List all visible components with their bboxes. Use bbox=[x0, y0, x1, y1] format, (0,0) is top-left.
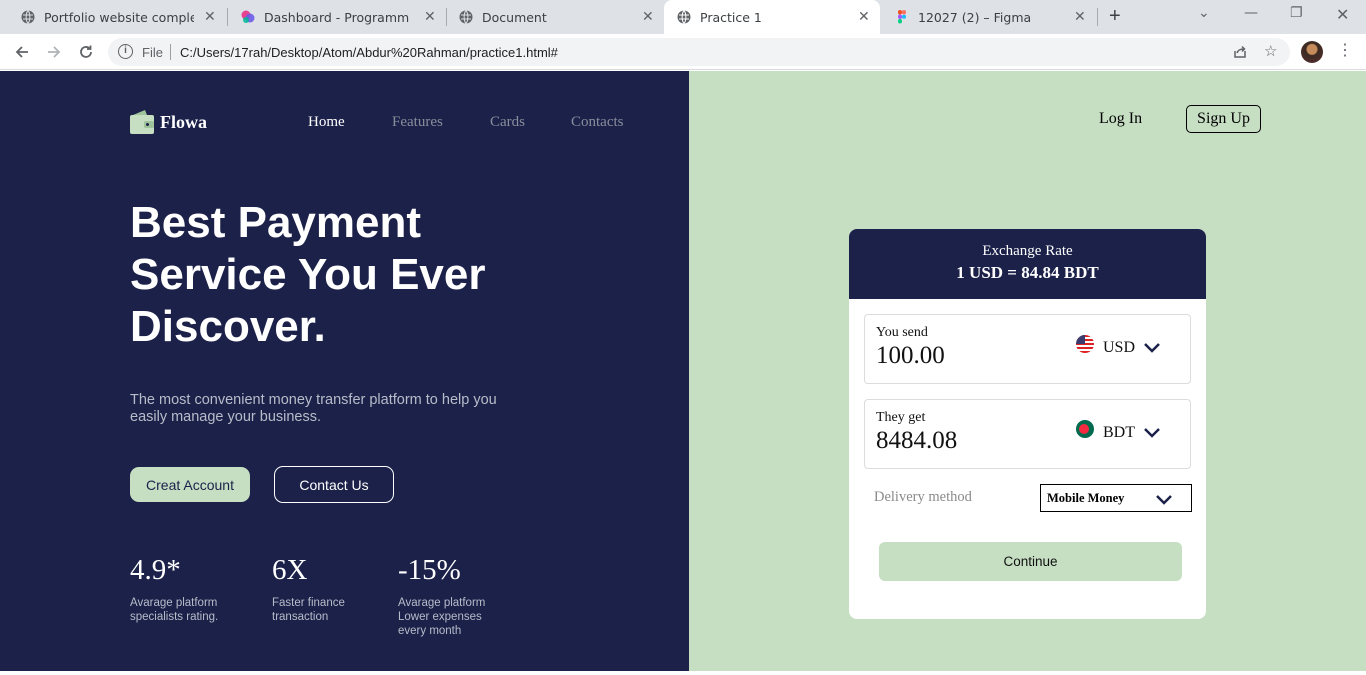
receive-amount-field[interactable]: They get 8484.08 BDT bbox=[864, 399, 1191, 469]
scheme-label: File bbox=[142, 45, 163, 60]
browser-tab[interactable]: 12027 (2) – Figma ✕ bbox=[882, 0, 1098, 34]
receive-currency[interactable]: BDT bbox=[1103, 424, 1135, 442]
hero-title-line-1: Best Payment bbox=[130, 198, 422, 247]
stat-description: Avarage platform Lower expenses every mo… bbox=[398, 596, 485, 638]
close-tab-icon[interactable]: ✕ bbox=[642, 9, 654, 25]
nav-cards[interactable]: Cards bbox=[490, 114, 525, 131]
browser-menu-icon[interactable]: ⋮ bbox=[1337, 41, 1353, 61]
stat-desc-line: Avarage platform bbox=[130, 597, 218, 609]
browser-tab[interactable]: Document ✕ bbox=[446, 0, 664, 34]
exchange-card: Exchange Rate 1 USD = 84.84 BDT You send… bbox=[849, 229, 1206, 619]
minimize-icon[interactable]: — bbox=[1244, 5, 1258, 21]
close-tab-icon[interactable]: ✕ bbox=[204, 9, 216, 25]
stat-description: Faster finance transaction bbox=[272, 596, 345, 624]
stat-desc-line: Faster finance bbox=[272, 597, 345, 609]
hero-title-line-3: Discover. bbox=[130, 302, 326, 351]
back-icon[interactable] bbox=[10, 40, 34, 64]
create-account-button[interactable]: Creat Account bbox=[130, 467, 250, 502]
stat-value: 6X bbox=[272, 554, 308, 586]
bd-flag-icon bbox=[1076, 420, 1094, 438]
nav-home[interactable]: Home bbox=[308, 114, 345, 131]
tab-title: Practice 1 bbox=[700, 10, 762, 25]
new-tab-icon[interactable]: + bbox=[1109, 6, 1121, 26]
stat-desc-line: transaction bbox=[272, 611, 329, 623]
stat-desc-line: every month bbox=[398, 625, 462, 637]
browser-tab[interactable]: Dashboard - Programming H ✕ bbox=[228, 0, 446, 34]
tab-search-icon[interactable]: ⌄ bbox=[1198, 5, 1210, 21]
exchange-rate-value: 1 USD = 84.84 BDT bbox=[956, 263, 1099, 282]
stat-desc-line: Lower expenses bbox=[398, 611, 482, 623]
globe-icon bbox=[677, 10, 691, 24]
stat-value: 4.9* bbox=[130, 554, 181, 586]
stat-value: -15% bbox=[398, 554, 461, 586]
figma-icon bbox=[898, 10, 906, 24]
share-icon[interactable] bbox=[1232, 42, 1248, 64]
login-button[interactable]: Log In bbox=[1099, 110, 1142, 128]
page-viewport: Flowa Home Features Cards Contacts Best … bbox=[0, 71, 1366, 671]
stat-speed: 6X Faster finance transaction bbox=[272, 551, 345, 624]
bookmark-star-icon[interactable]: ☆ bbox=[1264, 42, 1277, 60]
url-text[interactable]: C:/Users/17rah/Desktop/Atom/Abdur%20Rahm… bbox=[180, 45, 558, 60]
delivery-method-select[interactable]: Mobile Money bbox=[1040, 484, 1192, 512]
profile-avatar[interactable] bbox=[1301, 41, 1323, 63]
us-flag-icon bbox=[1076, 335, 1094, 353]
reload-icon[interactable] bbox=[74, 40, 98, 64]
close-tab-icon[interactable]: ✕ bbox=[1074, 9, 1086, 25]
restore-icon[interactable]: ❐ bbox=[1290, 5, 1303, 21]
browser-tab-active[interactable]: Practice 1 ✕ bbox=[664, 0, 880, 34]
app-logo-icon bbox=[241, 10, 255, 23]
nav-features[interactable]: Features bbox=[392, 114, 443, 131]
scrollbar[interactable] bbox=[1358, 71, 1366, 671]
wallet-icon bbox=[130, 110, 154, 134]
stat-desc-line: Avarage platform bbox=[398, 597, 486, 609]
tab-title: 12027 (2) – Figma bbox=[918, 10, 1032, 25]
browser-tab[interactable]: Portfolio website complete ✕ bbox=[8, 0, 228, 34]
forward-icon[interactable] bbox=[42, 40, 66, 64]
chevron-down-icon[interactable] bbox=[1142, 339, 1162, 355]
browser-toolbar: i File C:/Users/17rah/Desktop/Atom/Abdur… bbox=[0, 34, 1366, 70]
close-tab-icon[interactable]: ✕ bbox=[424, 9, 436, 25]
globe-icon bbox=[21, 10, 35, 24]
close-tab-icon[interactable]: ✕ bbox=[858, 9, 870, 25]
brand-logo[interactable]: Flowa bbox=[130, 109, 207, 135]
send-label: You send bbox=[876, 325, 928, 340]
address-bar[interactable]: i File C:/Users/17rah/Desktop/Atom/Abdur… bbox=[108, 38, 1290, 66]
tab-title: Portfolio website complete bbox=[44, 10, 194, 25]
chevron-down-icon bbox=[1156, 495, 1172, 505]
delivery-method-value: Mobile Money bbox=[1047, 491, 1125, 505]
contact-us-button[interactable]: Contact Us bbox=[274, 466, 394, 503]
send-amount-input[interactable]: 100.00 bbox=[876, 342, 945, 370]
stat-rating: 4.9* Avarage platform specialists rating… bbox=[130, 551, 218, 624]
nav-contacts[interactable]: Contacts bbox=[571, 114, 624, 131]
stat-description: Avarage platform specialists rating. bbox=[130, 596, 218, 624]
browser-tab-strip: Portfolio website complete ✕ Dashboard -… bbox=[0, 0, 1366, 34]
hero-title-line-2: Service You Ever bbox=[130, 250, 486, 299]
continue-button[interactable]: Continue bbox=[879, 542, 1182, 581]
chevron-down-icon[interactable] bbox=[1142, 424, 1162, 440]
send-currency[interactable]: USD bbox=[1103, 339, 1135, 357]
globe-icon bbox=[459, 10, 473, 24]
brand-name: Flowa bbox=[160, 111, 207, 132]
hero-title: Best Payment Service You Ever Discover. bbox=[130, 197, 550, 353]
signup-button[interactable]: Sign Up bbox=[1186, 105, 1261, 133]
page-bottom-edge bbox=[0, 671, 1366, 675]
delivery-method-label: Delivery method bbox=[874, 489, 972, 505]
hero-subtitle: The most convenient money transfer platf… bbox=[130, 392, 497, 425]
receive-amount-input[interactable]: 8484.08 bbox=[876, 427, 957, 455]
stat-expenses: -15% Avarage platform Lower expenses eve… bbox=[398, 551, 485, 638]
info-icon[interactable]: i bbox=[118, 44, 133, 59]
tab-title: Dashboard - Programming H bbox=[264, 10, 410, 25]
send-amount-field[interactable]: You send 100.00 USD bbox=[864, 314, 1191, 384]
stat-desc-line: specialists rating. bbox=[130, 611, 219, 623]
tab-title: Document bbox=[482, 10, 547, 25]
exchange-rate-label: Exchange Rate bbox=[982, 243, 1073, 259]
receive-label: They get bbox=[876, 410, 926, 425]
close-window-icon[interactable]: ✕ bbox=[1336, 5, 1349, 24]
exchange-rate-header: Exchange Rate 1 USD = 84.84 BDT bbox=[849, 229, 1206, 299]
